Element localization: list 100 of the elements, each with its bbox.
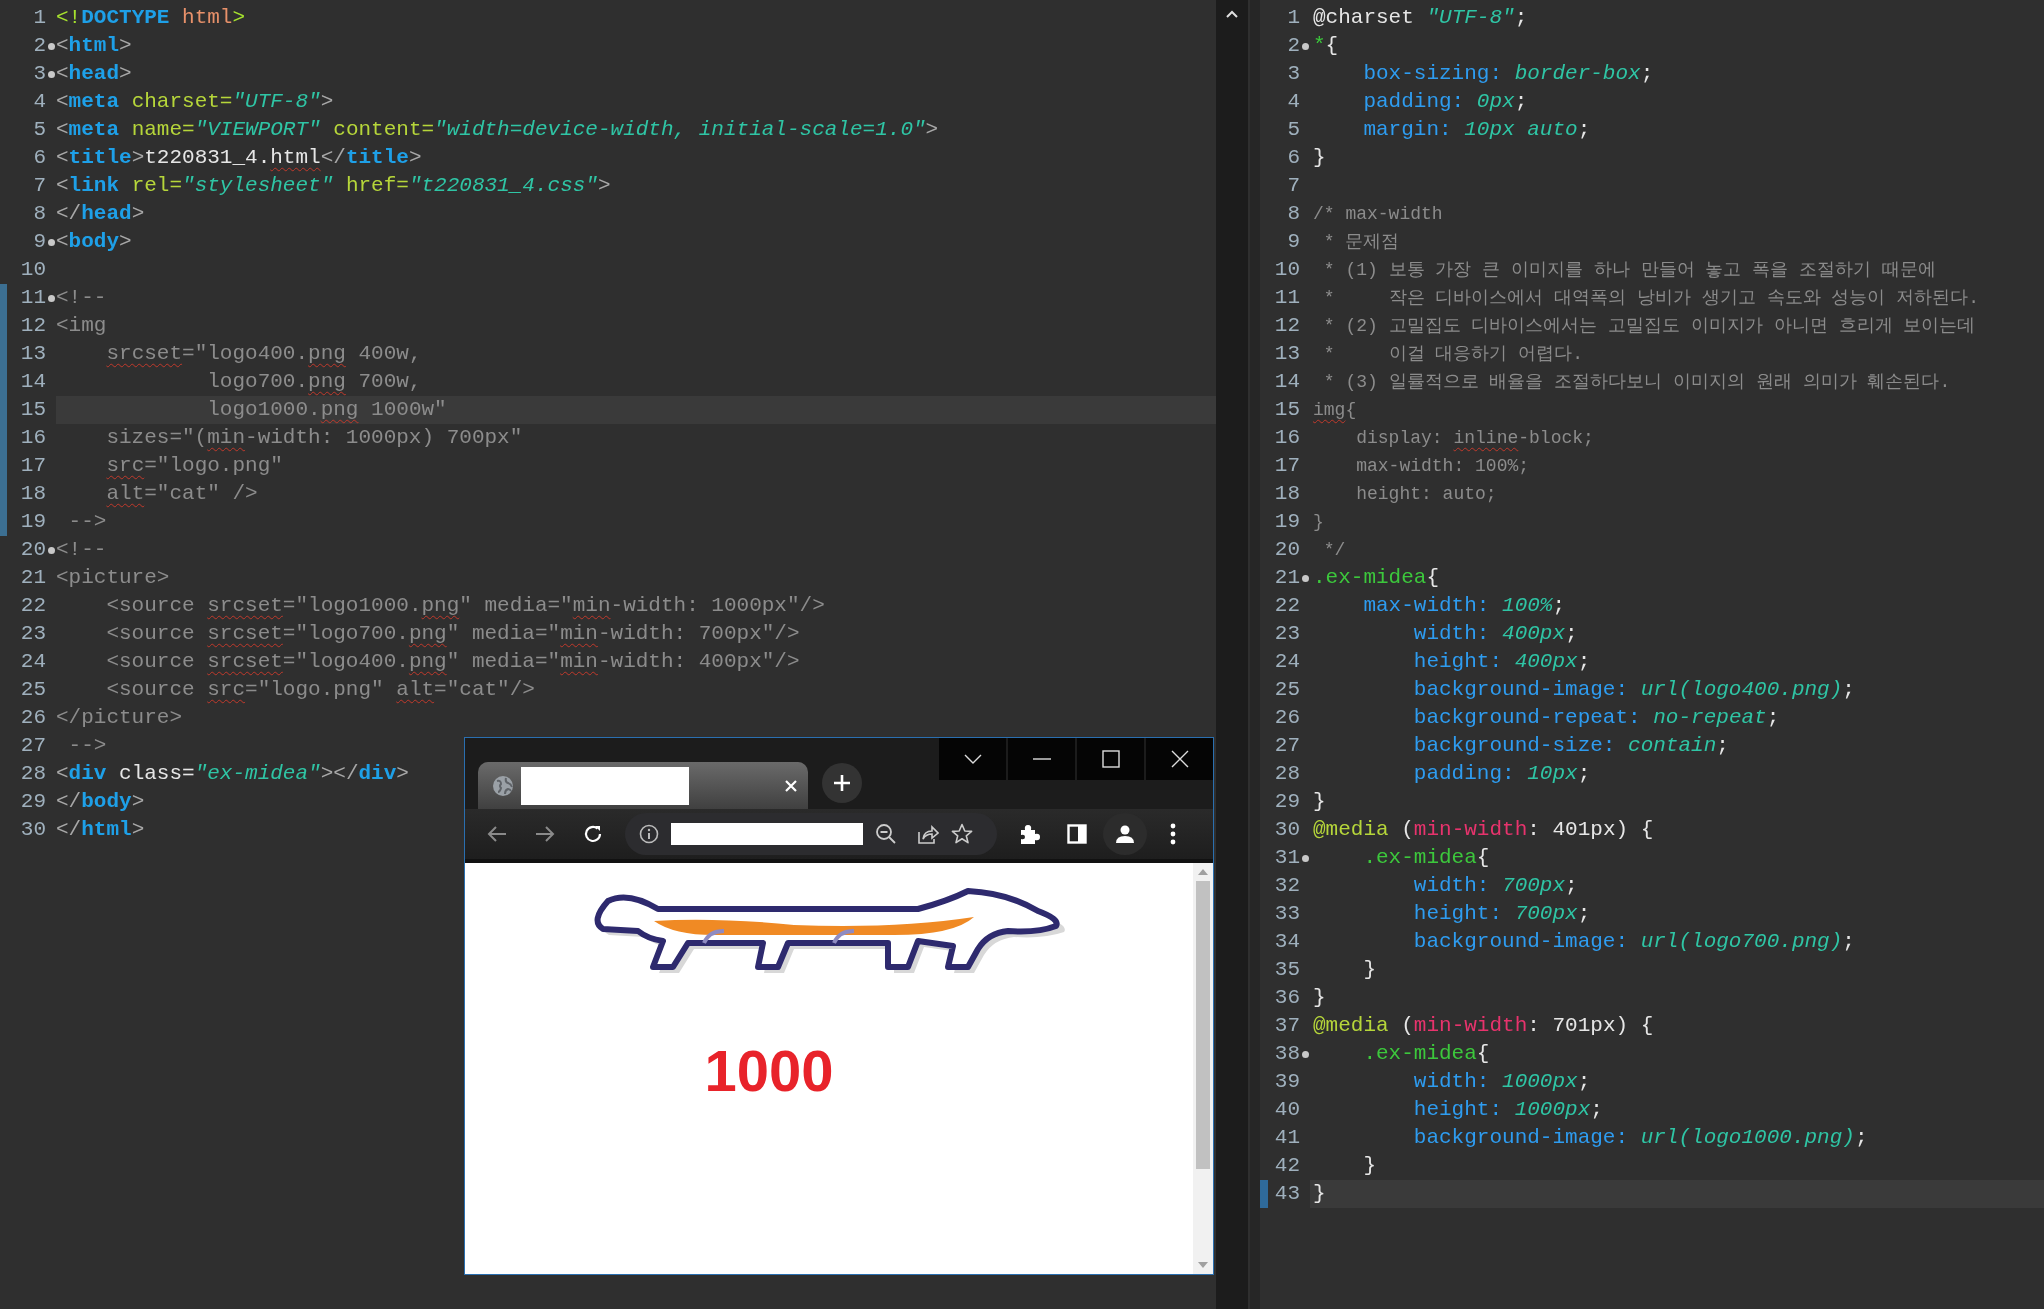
fold-marker-icon[interactable]: [47, 546, 55, 554]
code-line: @charset "UTF-8";: [1312, 5, 1528, 31]
code-line: * 문제점: [1322, 231, 1400, 254]
scrollbar-thumb[interactable]: [1196, 881, 1210, 1169]
line-number: 6: [32, 145, 46, 171]
minimize-icon: [1032, 758, 1051, 760]
code-line: .ex-midea{: [1312, 565, 1440, 591]
line-number: 27: [19, 733, 46, 759]
line-number: 18: [19, 481, 46, 507]
line-number: 8: [1286, 201, 1300, 227]
code-line: }: [1312, 145, 1326, 171]
code-line: max-width: 100%;: [1355, 455, 1530, 478]
line-number: 12: [19, 313, 46, 339]
share-icon[interactable]: [917, 823, 939, 845]
line-number: 28: [19, 761, 46, 787]
line-number: 28: [1273, 761, 1300, 787]
code-line: <div class="ex-midea"></div>: [56, 761, 409, 787]
fold-marker-icon[interactable]: [1301, 574, 1309, 582]
code-line: width: 1000px;: [1412, 1069, 1591, 1095]
scrollbar[interactable]: [1216, 0, 1248, 1309]
scrollbar[interactable]: [1193, 863, 1213, 1274]
kebab-menu-icon: [1170, 823, 1176, 845]
line-number: 29: [1273, 789, 1300, 815]
maximize-button[interactable]: [1077, 738, 1144, 780]
code-line: margin: 10px auto;: [1362, 117, 1591, 143]
line-number: 32: [1273, 873, 1300, 899]
line-number: 14: [1273, 369, 1300, 395]
maximize-icon: [1101, 750, 1120, 768]
new-tab-button[interactable]: [822, 763, 862, 803]
code-line: height: 1000px;: [1412, 1097, 1603, 1123]
line-number: 5: [32, 117, 46, 143]
fold-marker-icon[interactable]: [47, 294, 55, 302]
line-number: 4: [32, 89, 46, 115]
code-line: -->: [67, 733, 107, 759]
code-line: alt="cat" />: [105, 481, 258, 507]
code-line: <!--: [56, 537, 107, 563]
code-line: width: 400px;: [1412, 621, 1578, 647]
address-bar[interactable]: [625, 813, 997, 855]
code-line: <source srcset="logo700.png" media="min-width: 700px"/>: [105, 621, 800, 647]
fold-marker-icon[interactable]: [1301, 1050, 1309, 1058]
line-number: 35: [1273, 957, 1300, 983]
fold-marker-icon[interactable]: [47, 42, 55, 50]
line-number: 23: [1273, 621, 1300, 647]
line-number: 18: [1273, 481, 1300, 507]
fold-marker-icon[interactable]: [1301, 42, 1309, 50]
code-line: <html>: [56, 33, 132, 59]
code-line: padding: 0px;: [1362, 89, 1528, 115]
code-line: *{: [1312, 33, 1339, 59]
line-number: 3: [1286, 61, 1300, 87]
code-line: @media (min-width: 401px) {: [1312, 817, 1654, 843]
code-line: </html>: [56, 817, 145, 843]
line-number: 29: [19, 789, 46, 815]
left-arrow-icon: [487, 825, 507, 843]
line-number: 34: [1273, 929, 1300, 955]
star-icon[interactable]: [951, 823, 973, 845]
right-arrow-icon: [535, 825, 555, 843]
fold-marker-icon[interactable]: [1301, 854, 1309, 862]
line-number: 6: [1286, 145, 1300, 171]
line-number: 22: [1273, 593, 1300, 619]
line-number: 7: [1286, 173, 1300, 199]
globe-icon: [492, 774, 514, 797]
line-number: 14: [19, 369, 46, 395]
code-line: * (1) 보통 가장 큰 이미지를 하나 만들어 놓고 폭을 조절하기 때문에: [1322, 259, 1936, 282]
code-line: <source src="logo.png" alt="cat"/>: [105, 677, 535, 703]
line-number: 31: [1273, 845, 1300, 871]
close-icon: [1170, 750, 1189, 768]
line-number: 40: [1273, 1097, 1300, 1123]
code-line: <source srcset="logo400.png" media="min-width: 400px"/>: [105, 649, 800, 675]
line-number: 33: [1273, 901, 1300, 927]
code-line: */: [1322, 539, 1346, 562]
fold-marker-icon[interactable]: [47, 70, 55, 78]
code-line: }: [1312, 985, 1326, 1011]
code-line: padding: 10px;: [1412, 761, 1591, 787]
code-line: * (3) 일률적으로 배율을 조절하다보니 이미지의 원래 의미가 훼손된다.: [1322, 371, 1951, 394]
code-line: height: auto;: [1355, 483, 1497, 506]
line-number: 26: [19, 705, 46, 731]
line-number: 2: [32, 33, 46, 59]
plus-icon: [832, 773, 852, 793]
close-button[interactable]: [1146, 738, 1213, 780]
page-heading: 1000: [704, 1037, 834, 1104]
code-line: .ex-midea{: [1362, 845, 1490, 871]
fold-marker-icon[interactable]: [47, 238, 55, 246]
code-line: <source srcset="logo1000.png" media="min-width: 1000px"/>: [105, 593, 825, 619]
code-line: }: [1362, 1153, 1376, 1179]
code-line: sizes="(min-width: 1000px) 700px": [105, 425, 523, 451]
browser-tab[interactable]: [478, 762, 808, 809]
line-number: 1: [1286, 5, 1300, 31]
line-number: 3: [32, 61, 46, 87]
code-line: * 이걸 대응하기 어렵다.: [1322, 343, 1584, 366]
line-number: 13: [1273, 341, 1300, 367]
line-number: 24: [1273, 649, 1300, 675]
line-number: 19: [19, 509, 46, 535]
info-icon: [639, 824, 659, 844]
line-number: 9: [32, 229, 46, 255]
line-number: 30: [19, 817, 46, 843]
close-icon[interactable]: [784, 778, 798, 793]
code-line: <img: [56, 313, 107, 339]
zoom-out-icon[interactable]: [875, 823, 897, 845]
code-line: <!--: [56, 285, 107, 311]
profile-button[interactable]: [1103, 813, 1147, 855]
